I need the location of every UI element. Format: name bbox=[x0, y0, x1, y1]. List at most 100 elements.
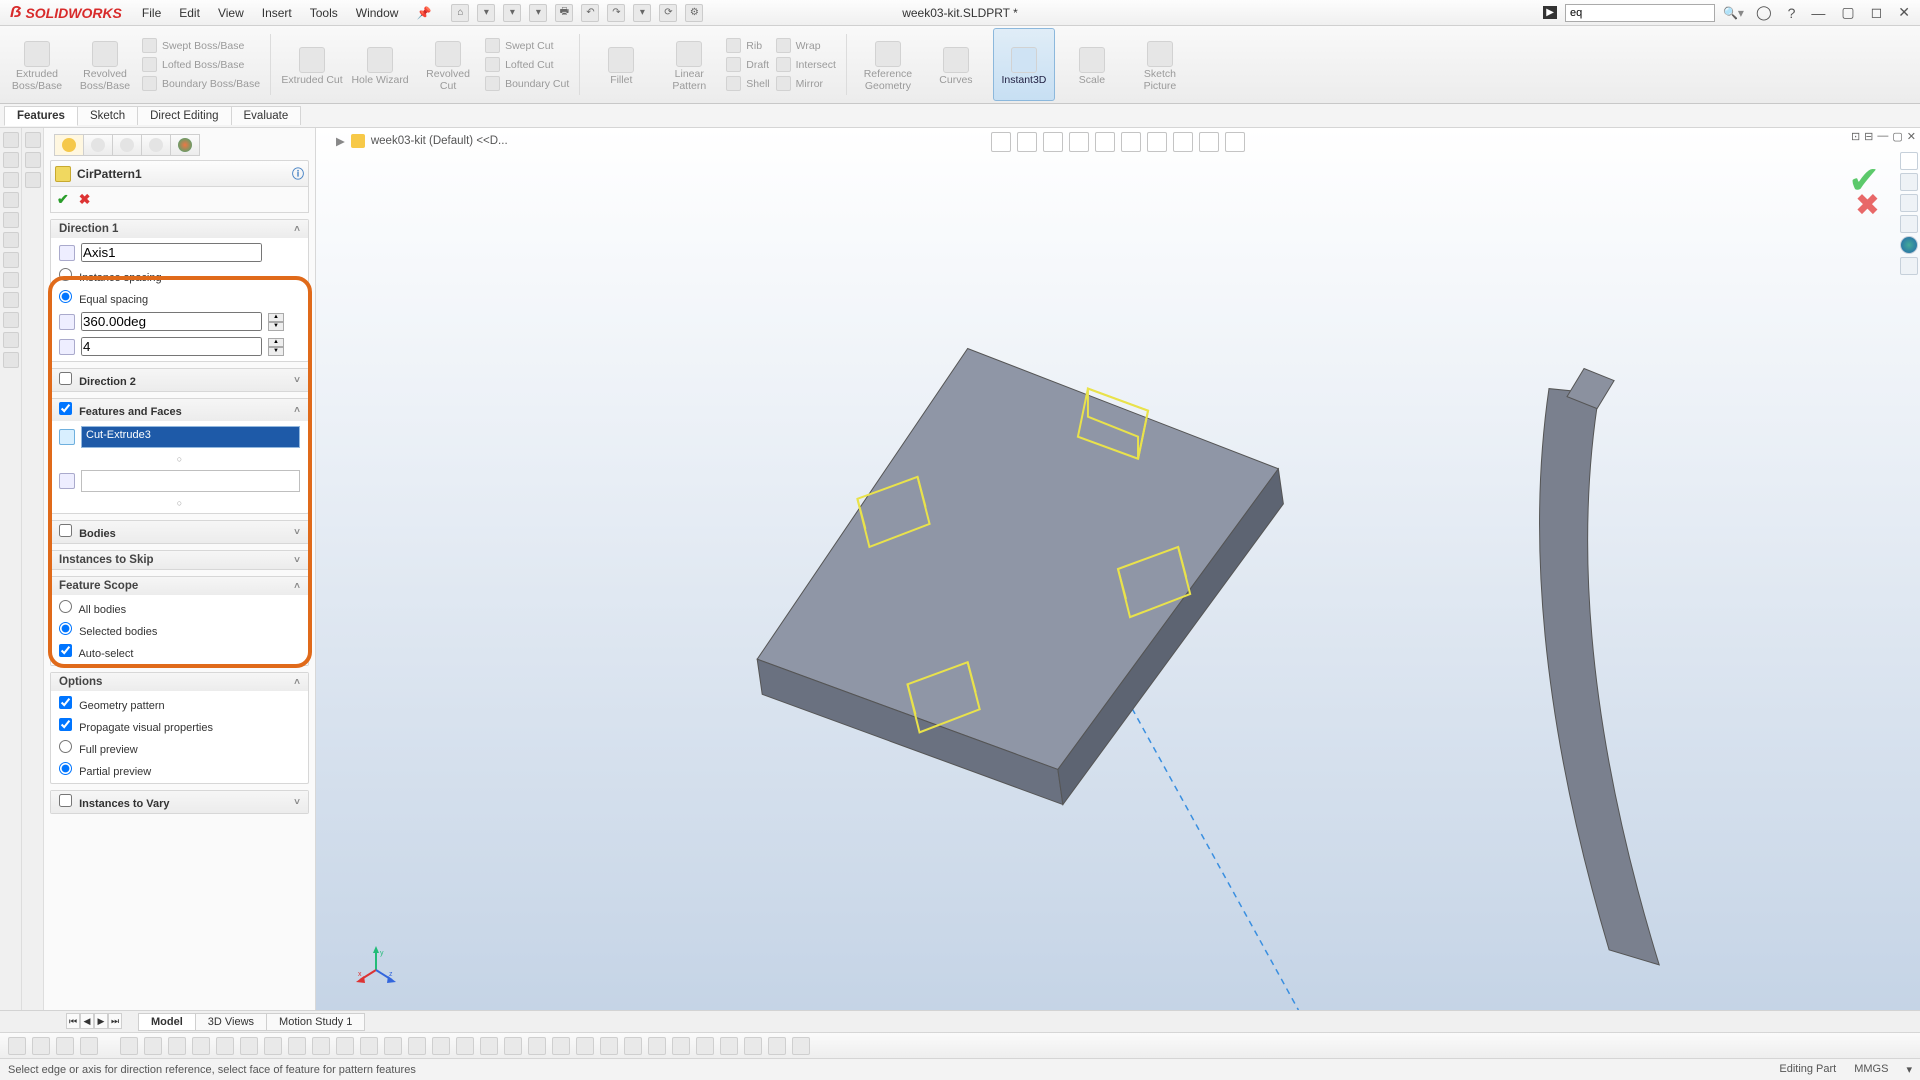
rib-hole-wizard[interactable]: Hole Wizard bbox=[349, 28, 411, 101]
bot-icon[interactable] bbox=[312, 1037, 330, 1055]
qat-redo-icon[interactable]: ↷ bbox=[607, 4, 625, 22]
bot-icon[interactable] bbox=[216, 1037, 234, 1055]
radio-equal-spacing[interactable]: Equal spacing bbox=[59, 290, 300, 306]
rib-linear-pattern[interactable]: Linear Pattern bbox=[658, 28, 720, 101]
rib-intersect[interactable]: Intersect bbox=[776, 57, 836, 72]
maximize-icon[interactable]: ◻ bbox=[1867, 4, 1887, 21]
radio-partial-preview[interactable]: Partial preview bbox=[59, 762, 300, 778]
chevron-up-icon[interactable]: ˄ bbox=[294, 224, 300, 235]
graphics-viewport[interactable]: ▶ week03-kit (Default) <<D... ⊡ ⊟ — ▢ ✕ … bbox=[316, 128, 1920, 1010]
qat-home-icon[interactable]: ⌂ bbox=[451, 4, 469, 22]
chevron-down-icon[interactable]: ˅ bbox=[294, 797, 300, 808]
face-select-icon[interactable] bbox=[59, 473, 75, 489]
rib-lofted-boss[interactable]: Lofted Boss/Base bbox=[142, 57, 260, 72]
check-dir2[interactable]: Direction 2 bbox=[59, 372, 136, 388]
bot-icon[interactable] bbox=[144, 1037, 162, 1055]
bot-icon[interactable] bbox=[792, 1037, 810, 1055]
restore-icon[interactable]: ▢ bbox=[1837, 4, 1858, 21]
bot-icon[interactable] bbox=[480, 1037, 498, 1055]
search-dropdown-icon[interactable]: 🔍▾ bbox=[1723, 6, 1744, 20]
check-bodies[interactable]: Bodies bbox=[59, 524, 116, 540]
bot-icon[interactable] bbox=[744, 1037, 762, 1055]
qat-open-icon[interactable]: ▾ bbox=[503, 4, 521, 22]
bot-icon[interactable] bbox=[192, 1037, 210, 1055]
chevron-down-icon[interactable]: ˅ bbox=[294, 555, 300, 566]
bot-icon[interactable] bbox=[456, 1037, 474, 1055]
check-features[interactable]: Features and Faces bbox=[59, 402, 182, 418]
vbar-icon[interactable] bbox=[3, 132, 19, 148]
bot-icon[interactable] bbox=[384, 1037, 402, 1055]
bot-icon[interactable] bbox=[408, 1037, 426, 1055]
vbar-icon[interactable] bbox=[3, 172, 19, 188]
pm-cancel-button[interactable]: ✖ bbox=[79, 191, 91, 208]
status-units[interactable]: MMGS bbox=[1854, 1063, 1888, 1076]
pm-ok-button[interactable]: ✔ bbox=[57, 191, 69, 208]
vbar-icon[interactable] bbox=[3, 352, 19, 368]
rib-revolved-boss[interactable]: Revolved Boss/Base bbox=[74, 28, 136, 101]
check-propagate-visual[interactable]: Propagate visual properties bbox=[59, 718, 300, 734]
panel-tab-display-icon[interactable] bbox=[112, 134, 142, 156]
bot-icon[interactable] bbox=[648, 1037, 666, 1055]
bot-icon[interactable] bbox=[600, 1037, 618, 1055]
qat-undo-icon[interactable]: ↶ bbox=[581, 4, 599, 22]
panel-tab-feature-icon[interactable] bbox=[54, 134, 84, 156]
qat-print-icon[interactable]: 🖶 bbox=[555, 4, 573, 22]
rib-mirror[interactable]: Mirror bbox=[776, 76, 836, 91]
vbar-icon[interactable] bbox=[25, 132, 41, 148]
menu-view[interactable]: View bbox=[218, 6, 244, 20]
vbar-icon[interactable] bbox=[3, 152, 19, 168]
bot-icon[interactable] bbox=[504, 1037, 522, 1055]
rib-wrap[interactable]: Wrap bbox=[776, 38, 836, 53]
qat-save-icon[interactable]: ▾ bbox=[529, 4, 547, 22]
vbar-icon[interactable] bbox=[3, 272, 19, 288]
check-geometry-pattern[interactable]: Geometry pattern bbox=[59, 696, 300, 712]
vbar-icon[interactable] bbox=[3, 252, 19, 268]
close-icon[interactable]: ✕ bbox=[1894, 4, 1914, 21]
rib-instant3d[interactable]: Instant3D bbox=[993, 28, 1055, 101]
menu-window[interactable]: Window bbox=[356, 6, 399, 20]
rib-swept-boss[interactable]: Swept Boss/Base bbox=[142, 38, 260, 53]
orientation-triad[interactable]: y x z bbox=[356, 946, 396, 986]
qat-rebuild-icon[interactable]: ⟳ bbox=[659, 4, 677, 22]
vbar-icon[interactable] bbox=[3, 232, 19, 248]
bot-icon[interactable] bbox=[264, 1037, 282, 1055]
panel-tab-dimxpert-icon[interactable] bbox=[141, 134, 171, 156]
rib-fillet[interactable]: Fillet bbox=[590, 28, 652, 101]
chevron-up-icon[interactable]: ˄ bbox=[294, 677, 300, 688]
tab-3d-views[interactable]: 3D Views bbox=[195, 1013, 267, 1031]
rib-lofted-cut[interactable]: Lofted Cut bbox=[485, 57, 569, 72]
menu-tools[interactable]: Tools bbox=[310, 6, 338, 20]
bot-icon[interactable] bbox=[576, 1037, 594, 1055]
bot-icon[interactable] bbox=[672, 1037, 690, 1055]
rib-extruded-cut[interactable]: Extruded Cut bbox=[281, 28, 343, 101]
tab-features[interactable]: Features bbox=[4, 106, 78, 126]
vbar-icon[interactable] bbox=[3, 332, 19, 348]
rib-boundary-boss[interactable]: Boundary Boss/Base bbox=[142, 76, 260, 91]
check-vary[interactable]: Instances to Vary bbox=[59, 794, 170, 810]
user-icon[interactable]: ◯ bbox=[1752, 4, 1776, 21]
chevron-up-icon[interactable]: ˄ bbox=[294, 581, 300, 592]
spin-up[interactable]: ▲ bbox=[268, 313, 284, 322]
tab-nav-prev-icon[interactable]: ◀ bbox=[80, 1013, 94, 1029]
tab-motion-study[interactable]: Motion Study 1 bbox=[266, 1013, 365, 1031]
bot-icon[interactable] bbox=[56, 1037, 74, 1055]
chevron-down-icon[interactable]: ˅ bbox=[294, 527, 300, 538]
bot-icon[interactable] bbox=[80, 1037, 98, 1055]
bot-icon[interactable] bbox=[768, 1037, 786, 1055]
menu-edit[interactable]: Edit bbox=[179, 6, 200, 20]
minimize-icon[interactable]: — bbox=[1807, 5, 1829, 21]
vbar-icon[interactable] bbox=[25, 152, 41, 168]
rib-ref-geometry[interactable]: Reference Geometry bbox=[857, 28, 919, 101]
tab-nav-next-icon[interactable]: ▶ bbox=[94, 1013, 108, 1029]
menu-file[interactable]: File bbox=[142, 6, 161, 20]
rib-scale[interactable]: Scale bbox=[1061, 28, 1123, 101]
bot-icon[interactable] bbox=[552, 1037, 570, 1055]
check-auto-select[interactable]: Auto-select bbox=[59, 644, 300, 660]
face-selection[interactable] bbox=[81, 470, 300, 492]
radio-full-preview[interactable]: Full preview bbox=[59, 740, 300, 756]
chevron-down-icon[interactable]: ˅ bbox=[294, 375, 300, 386]
axis-field[interactable] bbox=[81, 243, 262, 262]
angle-field[interactable] bbox=[81, 312, 262, 331]
qat-select-icon[interactable]: ▾ bbox=[633, 4, 651, 22]
bot-icon[interactable] bbox=[8, 1037, 26, 1055]
